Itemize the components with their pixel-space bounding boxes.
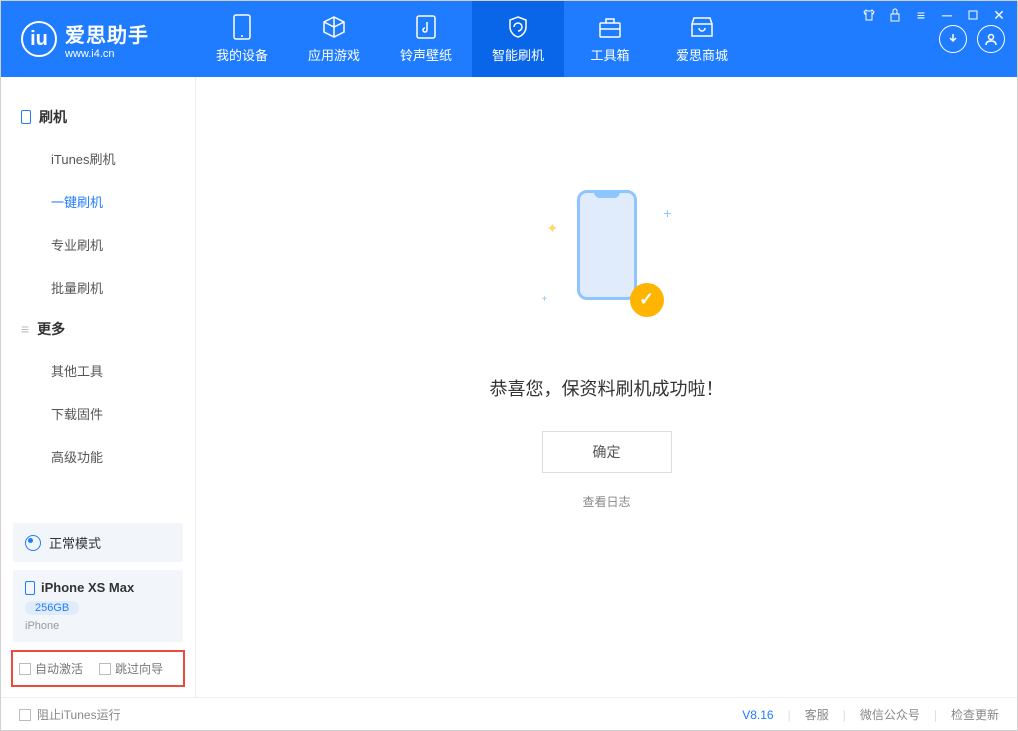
download-button[interactable] xyxy=(939,25,967,53)
sparkle-icon: ✦ xyxy=(547,220,559,237)
mode-icon xyxy=(25,535,41,551)
checkbox-icon xyxy=(19,663,31,675)
tab-label: 爱思商城 xyxy=(676,45,728,64)
checkbox-icon xyxy=(99,663,111,675)
tab-label: 应用游戏 xyxy=(308,45,360,64)
sparkle-icon: + xyxy=(663,205,671,221)
user-button[interactable] xyxy=(977,25,1005,53)
logo-subtitle: www.i4.cn xyxy=(65,48,149,60)
main-content: ✦ + + ✓ 恭喜您，保资料刷机成功啦！ 确定 查看日志 xyxy=(196,77,1017,697)
checkbox-auto-activate[interactable]: 自动激活 xyxy=(19,660,83,677)
device-info[interactable]: iPhone XS Max 256GB iPhone xyxy=(13,570,183,642)
mode-indicator[interactable]: 正常模式 xyxy=(13,523,183,562)
success-message: 恭喜您，保资料刷机成功啦！ xyxy=(490,375,724,401)
music-file-icon xyxy=(414,15,438,39)
logo[interactable]: iu 爱思助手 www.i4.cn xyxy=(1,19,196,60)
sparkle-icon: + xyxy=(542,294,548,305)
mode-label: 正常模式 xyxy=(49,533,101,552)
highlighted-options: 自动激活 跳过向导 xyxy=(11,650,185,687)
tab-smart-flash[interactable]: 智能刷机 xyxy=(472,1,564,77)
version-label: V8.16 xyxy=(742,708,773,722)
tab-label: 工具箱 xyxy=(590,45,629,64)
confirm-button[interactable]: 确定 xyxy=(542,431,672,473)
list-icon: ≡ xyxy=(21,321,29,337)
success-illustration: ✦ + + ✓ xyxy=(542,185,672,335)
checkbox-block-itunes[interactable]: 阻止iTunes运行 xyxy=(19,706,121,723)
menu-icon[interactable]: ≡ xyxy=(912,6,930,24)
footer: 阻止iTunes运行 V8.16 | 客服 | 微信公众号 | 检查更新 xyxy=(1,697,1017,731)
shield-refresh-icon xyxy=(506,15,530,39)
sidebar-section-more: ≡ 更多 xyxy=(1,309,195,349)
tab-label: 铃声壁纸 xyxy=(400,45,452,64)
store-icon xyxy=(690,15,714,39)
close-button[interactable]: ✕ xyxy=(990,6,1008,24)
sidebar: 刷机 iTunes刷机 一键刷机 专业刷机 批量刷机 ≡ 更多 其他工具 下载固… xyxy=(1,77,196,697)
device-name-text: iPhone XS Max xyxy=(41,580,134,595)
checkbox-skip-guide[interactable]: 跳过向导 xyxy=(99,660,163,677)
sidebar-item-other-tools[interactable]: 其他工具 xyxy=(1,349,195,392)
minimize-button[interactable]: ─ xyxy=(938,6,956,24)
cube-icon xyxy=(322,15,346,39)
storage-badge: 256GB xyxy=(25,601,79,615)
sidebar-item-itunes-flash[interactable]: iTunes刷机 xyxy=(1,137,195,180)
phone-icon xyxy=(21,110,31,124)
sidebar-item-advanced[interactable]: 高级功能 xyxy=(1,435,195,478)
sidebar-section-flash: 刷机 xyxy=(1,97,195,137)
phone-icon xyxy=(577,190,637,300)
view-log-link[interactable]: 查看日志 xyxy=(582,493,630,510)
nav-tabs: 我的设备 应用游戏 铃声壁纸 智能刷机 工具箱 爱思商城 xyxy=(196,1,748,77)
tshirt-icon[interactable] xyxy=(860,6,878,24)
tab-label: 我的设备 xyxy=(216,45,268,64)
device-icon xyxy=(25,581,35,595)
tab-toolbox[interactable]: 工具箱 xyxy=(564,1,656,77)
logo-icon: iu xyxy=(21,21,57,57)
window-controls: ≡ ─ ✕ xyxy=(860,6,1008,24)
checkbox-icon xyxy=(19,709,31,721)
tab-label: 智能刷机 xyxy=(492,45,544,64)
sidebar-item-batch-flash[interactable]: 批量刷机 xyxy=(1,266,195,309)
sidebar-item-onekey-flash[interactable]: 一键刷机 xyxy=(1,180,195,223)
maximize-button[interactable] xyxy=(964,6,982,24)
device-icon xyxy=(230,15,254,39)
check-update-link[interactable]: 检查更新 xyxy=(951,706,999,723)
tab-store[interactable]: 爱思商城 xyxy=(656,1,748,77)
app-header: iu 爱思助手 www.i4.cn 我的设备 应用游戏 铃声壁纸 智能刷机 工具… xyxy=(1,1,1017,77)
header-right xyxy=(939,25,1017,53)
sidebar-item-pro-flash[interactable]: 专业刷机 xyxy=(1,223,195,266)
lock-icon[interactable] xyxy=(886,6,904,24)
tab-apps-games[interactable]: 应用游戏 xyxy=(288,1,380,77)
wechat-link[interactable]: 微信公众号 xyxy=(860,706,920,723)
customer-service-link[interactable]: 客服 xyxy=(805,706,829,723)
check-badge-icon: ✓ xyxy=(630,283,664,317)
sidebar-item-download-firmware[interactable]: 下载固件 xyxy=(1,392,195,435)
toolbox-icon xyxy=(598,15,622,39)
tab-ringtones[interactable]: 铃声壁纸 xyxy=(380,1,472,77)
logo-title: 爱思助手 xyxy=(65,19,149,48)
device-type: iPhone xyxy=(25,620,171,632)
tab-my-device[interactable]: 我的设备 xyxy=(196,1,288,77)
